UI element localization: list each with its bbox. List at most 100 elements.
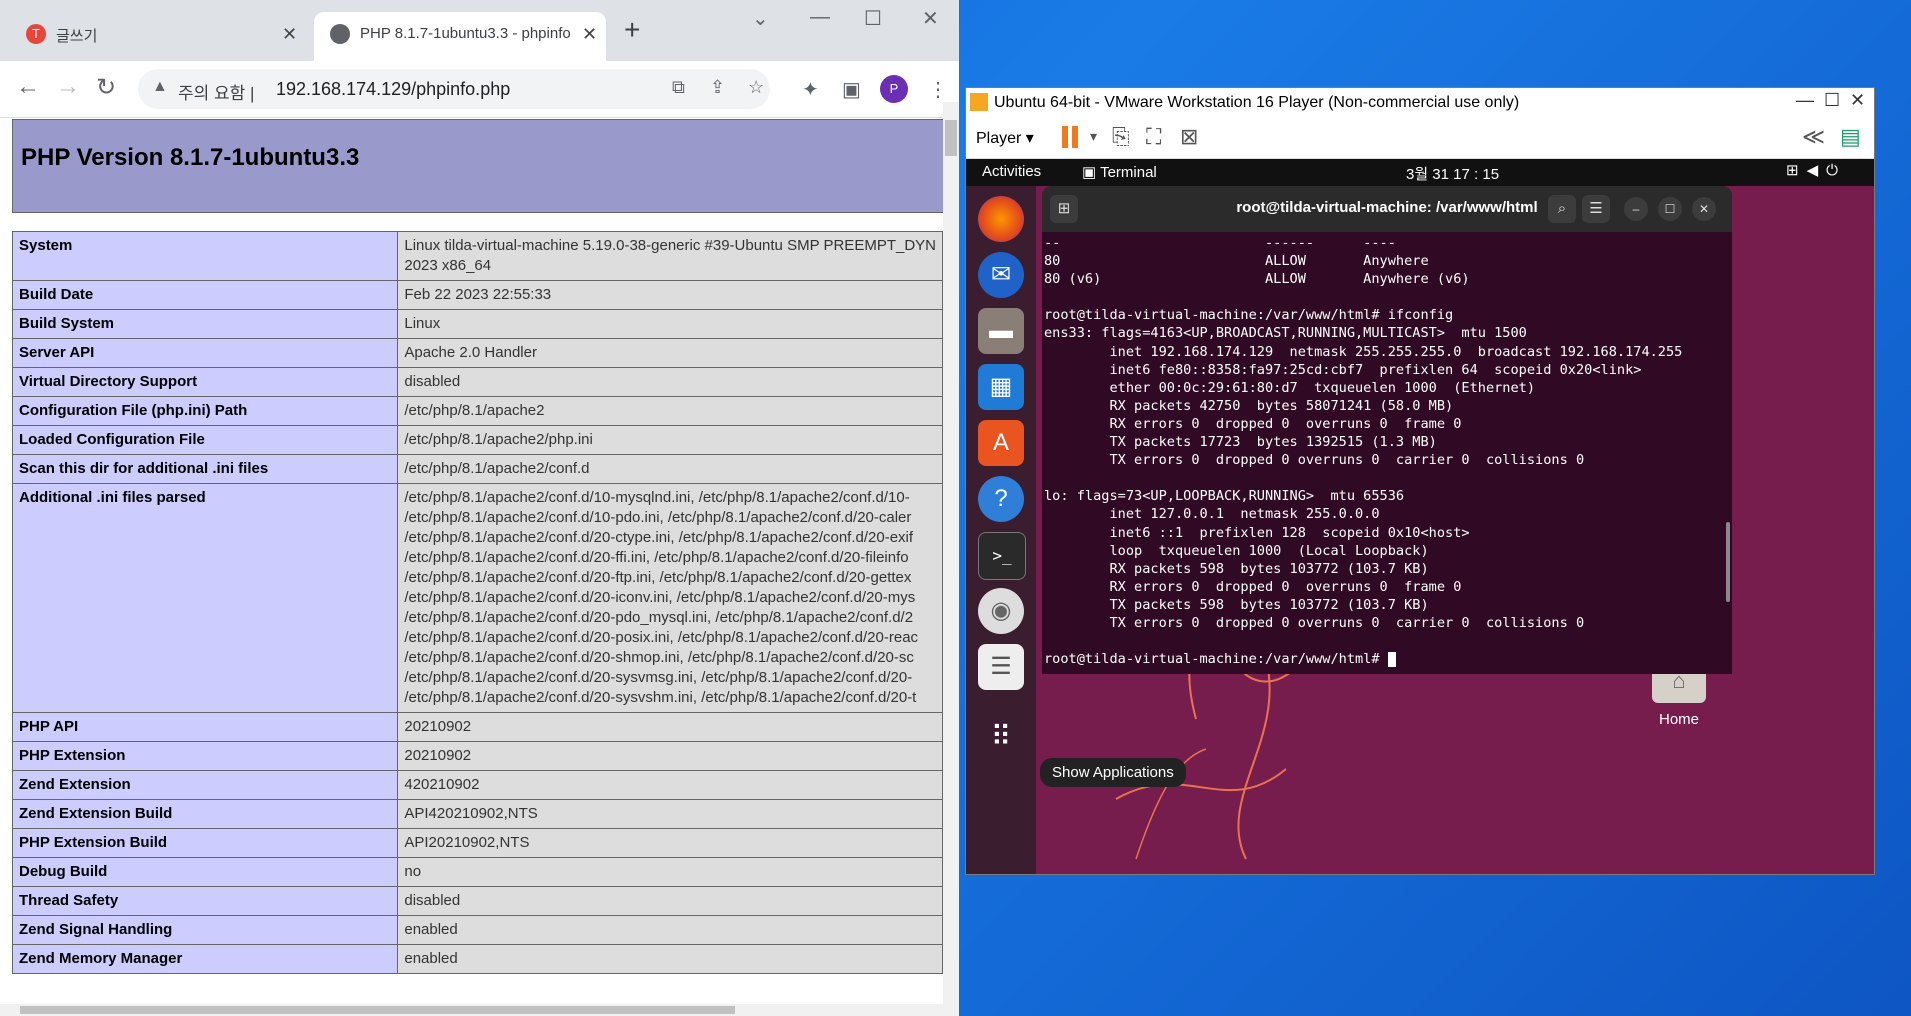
address-bar[interactable]: ▲ 주의 요함 | 192.168.174.129/phpinfo.php ⧉ … — [138, 69, 770, 109]
share-icon[interactable]: ⇪ — [710, 77, 725, 98]
scroll-thumb[interactable] — [20, 1006, 735, 1014]
firefox-icon[interactable] — [978, 196, 1024, 242]
php-header: PHP Version 8.1.7-1ubuntu3.3 — [12, 119, 943, 213]
terminal-headerbar: ⊞ root@tilda-virtual-machine: /var/www/h… — [1042, 186, 1732, 232]
terminal-output[interactable]: -- ------ ---- 80 ALLOW Anywhere 80 (v6) A… — [1044, 234, 1724, 674]
activities-button[interactable]: Activities — [982, 163, 1041, 180]
minimize-button[interactable]: — — [1796, 90, 1814, 111]
app-menu[interactable]: ▣ Terminal — [1082, 163, 1157, 181]
text-editor-icon[interactable]: ☰ — [978, 644, 1024, 690]
row-key: Zend Signal Handling — [11, 915, 399, 945]
close-window-button[interactable]: ✕ — [1850, 90, 1865, 111]
row-value: API20210902,NTS — [397, 828, 943, 858]
terminal-window[interactable]: ⊞ root@tilda-virtual-machine: /var/www/h… — [1042, 186, 1732, 674]
terminal-line: TX errors 0 dropped 0 overruns 0 carrier… — [1044, 452, 1585, 469]
row-key: Build System — [11, 309, 399, 339]
show-apps-grid-icon[interactable]: ⠿ — [978, 714, 1024, 760]
security-label[interactable]: 주의 요함 | — [178, 79, 254, 104]
close-icon[interactable]: ✕ — [1692, 197, 1716, 221]
tab-title: PHP 8.1.7-1ubuntu3.3 - phpinfo() — [360, 25, 570, 42]
send-ctrl-alt-del-icon[interactable]: ⎘ — [1112, 124, 1130, 150]
extensions-icon[interactable]: ✦ — [802, 77, 819, 102]
value-line: API20210902,NTS — [404, 834, 530, 851]
close-tab-icon[interactable]: ✕ — [282, 24, 297, 45]
maximize-button[interactable]: ☐ — [864, 6, 882, 31]
close-window-button[interactable]: ✕ — [922, 6, 939, 31]
row-key: PHP Extension Build — [11, 828, 399, 858]
notes-icon[interactable]: ▤ — [1840, 124, 1861, 150]
system-tray[interactable]: ⊞◀⏻ — [1786, 161, 1846, 179]
terminal-line: 80 (v6) ALLOW Anywhere (v6) — [1044, 271, 1470, 288]
minimize-icon[interactable]: – — [1624, 197, 1648, 221]
terminal-line: inet 192.168.174.129 netmask 255.255.255… — [1044, 343, 1683, 360]
forward-arrow-icon[interactable]: → — [56, 73, 80, 101]
row-value: 20210902 — [397, 712, 943, 742]
hamburger-menu-icon[interactable]: ☰ — [1582, 195, 1610, 223]
terminal-line: inet 127.0.0.1 netmask 255.0.0.0 — [1044, 506, 1380, 523]
minimize-button[interactable]: — — [810, 6, 830, 29]
more-menu-icon[interactable]: ⋮ — [928, 77, 948, 102]
scroll-thumb[interactable] — [945, 120, 957, 156]
libreoffice-writer-icon[interactable]: ▦ — [978, 364, 1024, 410]
reload-icon[interactable]: ↻ — [96, 73, 116, 102]
value-line: Apache 2.0 Handler — [404, 344, 537, 361]
maximize-icon[interactable]: ☐ — [1658, 197, 1682, 221]
terminal-line: loop txqueuelen 1000 (Local Loopback) — [1044, 542, 1429, 559]
side-panel-icon[interactable]: ▣ — [842, 77, 861, 102]
terminal-line: TX errors 0 dropped 0 overruns 0 carrier… — [1044, 614, 1585, 631]
tab-blog-write[interactable]: T 글쓰기 ✕ — [10, 12, 310, 61]
row-value: Linux tilda-virtual-machine 5.19.0-38-ge… — [397, 231, 943, 281]
value-line: disabled — [404, 373, 461, 390]
unity-icon[interactable]: ⊠ — [1180, 124, 1198, 150]
phpinfo-table: System Linux tilda-virtual-machine 5.19.0… — [11, 231, 943, 974]
vmware-logo-icon — [970, 93, 988, 111]
fullscreen-icon[interactable]: ⛶ — [1146, 124, 1161, 150]
pause-icon[interactable] — [1062, 126, 1082, 148]
collapse-icon[interactable]: ≪ — [1802, 124, 1825, 150]
gnome-top-bar: Activities ▣ Terminal 3월 31 17 : 15 ⊞◀⏻ — [966, 159, 1874, 186]
close-tab-icon[interactable]: ✕ — [582, 24, 597, 45]
warning-icon[interactable]: ▲ — [152, 78, 168, 96]
clock[interactable]: 3월 31 17 : 15 — [1406, 163, 1499, 184]
prompt: root@tilda-virtual-machine:/var/www/html… — [1044, 651, 1388, 668]
search-icon[interactable]: ⌕ — [1548, 195, 1576, 223]
row-key: PHP API — [11, 712, 399, 742]
dvd-icon[interactable]: ◉ — [978, 588, 1024, 634]
row-key: Configuration File (php.ini) Path — [11, 396, 399, 426]
terminal-icon[interactable]: >_ — [978, 532, 1026, 580]
thunderbird-icon[interactable]: ✉ — [978, 252, 1024, 298]
tab-search-icon[interactable]: ⌄ — [752, 6, 769, 31]
tab-phpinfo[interactable]: PHP 8.1.7-1ubuntu3.3 - phpinfo() ✕ — [314, 12, 606, 61]
horizontal-scrollbar[interactable] — [0, 1004, 943, 1016]
profile-avatar[interactable]: P — [880, 75, 908, 103]
maximize-button[interactable]: ☐ — [1824, 90, 1840, 111]
files-icon[interactable]: ▬ — [978, 308, 1024, 354]
terminal-line: ether 00:0c:29:61:80:d7 txqueuelen 1000 … — [1044, 379, 1536, 396]
chevron-down-icon[interactable]: ▾ — [1090, 128, 1097, 145]
translate-icon[interactable]: ⧉ — [672, 77, 685, 98]
player-menu-button[interactable]: Player ▾ — [976, 128, 1034, 148]
app-center-icon[interactable]: A — [978, 420, 1024, 466]
value-line: 2023 x86_64 — [404, 257, 492, 274]
terminal-line: inet6 fe80::8358:fa97:25cd:cbf7 prefixle… — [1044, 361, 1642, 378]
table-row: Zend Signal Handling enabled — [11, 915, 943, 945]
value-line: /etc/php/8.1/apache2/php.ini — [404, 431, 593, 448]
row-key: PHP Extension — [11, 741, 399, 771]
value-line: /etc/php/8.1/apache2/conf.d/20-posix.ini… — [404, 629, 919, 646]
back-arrow-icon[interactable]: ← — [16, 73, 40, 101]
vertical-scrollbar[interactable] — [943, 102, 959, 1016]
row-key: Additional .ini files parsed — [11, 483, 399, 713]
value-line: 20210902 — [404, 718, 472, 735]
row-value: /etc/php/8.1/apache2/conf.d — [397, 454, 943, 484]
table-row: PHP Extension 20210902 — [11, 741, 943, 771]
row-value: disabled — [397, 367, 943, 397]
url-text[interactable]: 192.168.174.129/phpinfo.php — [276, 79, 510, 100]
row-key: Virtual Directory Support — [11, 367, 399, 397]
new-tab-button[interactable]: + — [624, 14, 640, 46]
value-line: API420210902,NTS — [404, 805, 538, 822]
help-icon[interactable]: ? — [978, 476, 1024, 522]
bookmark-star-icon[interactable]: ☆ — [748, 77, 764, 98]
value-line: /etc/php/8.1/apache2 — [404, 402, 545, 419]
terminal-scrollbar[interactable] — [1726, 522, 1730, 602]
